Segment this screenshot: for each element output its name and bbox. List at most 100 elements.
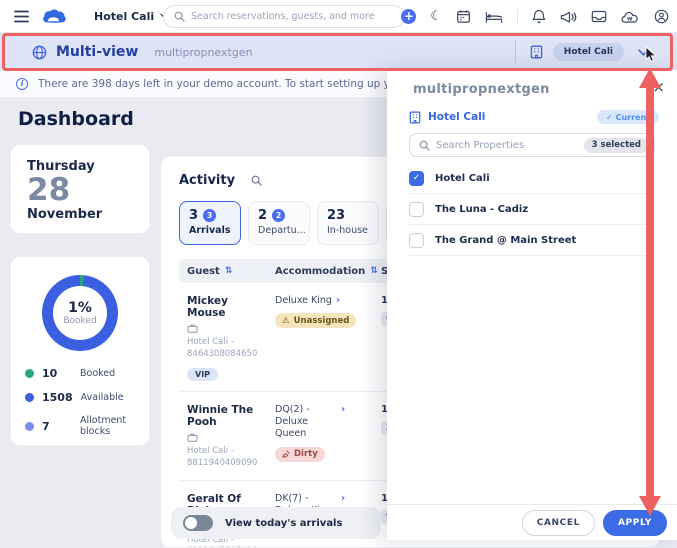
app-logo-icon[interactable]	[42, 8, 68, 25]
reservation-briefcase-icon	[187, 433, 265, 442]
account-icon[interactable]	[654, 9, 669, 24]
date-card: Thursday 28 November	[10, 144, 150, 234]
inbox-tray-icon[interactable]	[591, 10, 607, 23]
col-accommodation: Accommodation	[275, 266, 365, 277]
checkbox-unchecked[interactable]	[409, 233, 424, 248]
notifications-bell-icon[interactable]	[532, 9, 546, 24]
search-icon	[174, 11, 185, 22]
top-navbar: Hotel Cali + ☾ w	[0, 0, 677, 33]
sort-accommodation-icon[interactable]: ⇅	[370, 266, 378, 276]
calendar-icon[interactable]	[456, 9, 471, 24]
occupancy-label: Booked	[63, 316, 96, 326]
property-list-item[interactable]: The Grand @ Main Street	[409, 225, 655, 256]
broom-icon	[282, 450, 290, 458]
view-todays-arrivals-toggle[interactable]	[183, 515, 213, 531]
legend-item-available: 1508 Available	[25, 391, 149, 404]
page-title: Dashboard	[18, 108, 134, 130]
unassigned-badge: ⚠ Unassigned	[275, 313, 356, 328]
property-search[interactable]: 3 selected	[409, 133, 655, 157]
property-list-item[interactable]: The Luna - Cadiz	[409, 194, 655, 225]
property-list: ✓ Hotel Cali The Luna - Cadiz The Grand …	[409, 163, 655, 256]
guest-property-id: Hotel Cali - 8811940409090	[187, 446, 265, 470]
current-badge: ✓ Current	[597, 110, 659, 124]
occupancy-card: 1% Booked 10 Booked 1508 Available 7 All…	[10, 256, 150, 446]
search-input[interactable]	[191, 11, 394, 22]
tab-arrivals[interactable]: 3 3 Arrivals	[179, 201, 241, 245]
building-icon	[530, 45, 543, 59]
property-switcher-label: Hotel Cali	[94, 10, 154, 23]
col-guest: Guest	[187, 266, 220, 277]
departures-badge: 2	[272, 209, 285, 222]
property-name: The Luna - Cadiz	[435, 204, 528, 215]
cancel-button[interactable]: CANCEL	[522, 510, 595, 536]
date-month: November	[27, 207, 149, 222]
announcements-megaphone-icon[interactable]	[560, 10, 577, 24]
multiview-dropdown-chevron-icon[interactable]	[638, 49, 649, 56]
arrivals-count: 3	[189, 208, 198, 223]
guest-name[interactable]: Winnie The Pooh	[187, 404, 265, 428]
sort-guest-icon[interactable]: ⇅	[225, 266, 233, 276]
rooms-bed-icon[interactable]	[485, 10, 503, 24]
checkbox-unchecked[interactable]	[409, 202, 424, 217]
search-icon	[419, 140, 430, 151]
departures-label: Departu...	[258, 225, 309, 236]
dirty-badge: Dirty	[275, 447, 325, 462]
activity-search-icon[interactable]	[251, 175, 262, 186]
vip-badge: VIP	[187, 368, 218, 381]
current-property-name: Hotel Cali	[428, 111, 485, 123]
property-switcher[interactable]: Hotel Cali	[94, 10, 169, 23]
toggle-label: View today's arrivals	[225, 518, 342, 529]
guest-name[interactable]: Mickey Mouse	[187, 295, 265, 319]
property-list-item[interactable]: ✓ Hotel Cali	[409, 163, 655, 194]
panel-title: multipropnextgen	[413, 82, 550, 97]
allotment-value: 7	[42, 420, 72, 433]
booked-label: Booked	[80, 368, 115, 379]
legend-item-allotment: 7 Allotment blocks	[25, 415, 149, 437]
panel-footer: CANCEL APPLY	[387, 504, 677, 540]
booked-value: 10	[42, 367, 72, 380]
apply-button[interactable]: APPLY	[603, 510, 667, 536]
check-icon: ✓	[606, 113, 613, 122]
accommodation-chevron-icon[interactable]: ›	[336, 295, 340, 307]
svg-text:w: w	[627, 15, 633, 22]
activity-title: Activity	[179, 173, 235, 188]
arrivals-label: Arrivals	[189, 225, 240, 236]
property-name: Hotel Cali	[435, 173, 490, 184]
multiview-bar: Multi-view multipropnextgen Hotel Cali	[0, 33, 677, 71]
global-search[interactable]	[163, 5, 405, 28]
occupancy-donut-chart: 1% Booked	[42, 275, 118, 351]
multiview-divider	[515, 41, 516, 63]
building-icon	[409, 111, 421, 124]
available-label: Available	[81, 392, 124, 403]
property-name: The Grand @ Main Street	[435, 235, 576, 246]
date-day: 28	[27, 174, 149, 207]
booked-dot-icon	[25, 369, 34, 378]
accommodation-type: Deluxe King	[275, 295, 332, 307]
inhouse-label: In-house	[327, 225, 378, 236]
legend-item-booked: 10 Booked	[25, 367, 149, 380]
allotment-dot-icon	[25, 422, 34, 431]
available-dot-icon	[25, 393, 34, 402]
arrivals-toggle-bar: View today's arrivals	[171, 507, 381, 539]
departures-count: 2	[258, 208, 267, 223]
guest-property-id: Hotel Cali - 8464308084650	[187, 337, 265, 361]
cloud-w-icon[interactable]: w	[621, 10, 640, 24]
current-property-row: Hotel Cali ✓ Current	[409, 110, 659, 124]
globe-icon	[32, 45, 47, 60]
night-audit-icon[interactable]: ☾	[430, 9, 442, 24]
arrivals-badge: 3	[203, 209, 216, 222]
tab-departures[interactable]: 2 2 Departu...	[248, 201, 310, 245]
accommodation-chevron-icon[interactable]: ›	[341, 404, 345, 441]
multiview-group-name: multipropnextgen	[154, 46, 252, 59]
checkbox-checked[interactable]: ✓	[409, 171, 424, 186]
multiview-title: Multi-view	[56, 44, 138, 60]
selected-property-badge[interactable]: Hotel Cali	[553, 43, 624, 61]
close-icon[interactable]: ×	[648, 76, 669, 98]
property-search-input[interactable]	[436, 140, 578, 151]
hamburger-menu-icon[interactable]	[14, 10, 29, 23]
navbar-divider	[517, 9, 518, 25]
available-value: 1508	[42, 391, 73, 404]
warning-icon: ⚠	[282, 316, 290, 326]
create-new-icon[interactable]: +	[401, 9, 416, 24]
tab-in-house[interactable]: 23 In-house	[317, 201, 379, 245]
